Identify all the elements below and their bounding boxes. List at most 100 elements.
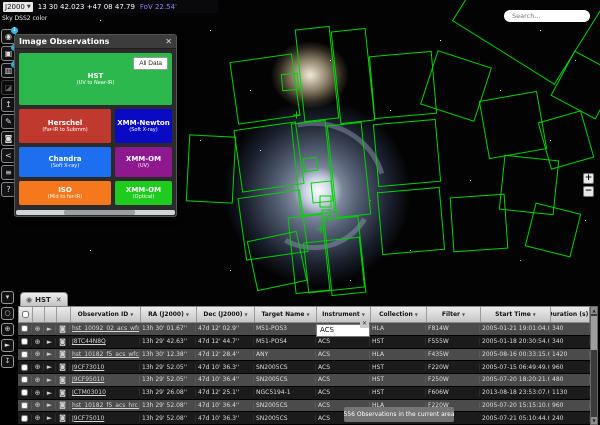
send-selection-button[interactable]: ►: [1, 339, 14, 352]
observation-id-link[interactable]: J9CF73010: [70, 364, 140, 371]
table-row[interactable]: ⊕ ► ◙ J9CF73010 13h 29' 52.05'' 47d 10' …: [18, 361, 590, 374]
mission-xmm-newton-button[interactable]: XMM-Newton (Soft X-ray): [115, 109, 172, 143]
table-row[interactable]: ⊕ ► ◙ JCTM03010 13h 29' 26.08'' 47d 12' …: [18, 387, 590, 400]
mission-herschel-button[interactable]: Herschel (Far-IR to Submm): [19, 109, 111, 143]
center-on-observation-icon[interactable]: ⊕: [32, 414, 44, 422]
cell-target: M51-POS3: [254, 325, 316, 332]
preview-observation-icon[interactable]: ◙: [56, 401, 70, 409]
camera-icon: ◙: [5, 134, 13, 143]
table-row[interactable]: ⊕ ► ◙ J9CF75010 13h 29' 52.08'' 47d 10' …: [18, 412, 590, 425]
scroll-down-button[interactable]: ▼: [591, 417, 597, 424]
preview-observation-icon[interactable]: ◙: [56, 325, 70, 333]
center-on-observation-icon[interactable]: ⊕: [32, 325, 44, 333]
search-input[interactable]: [504, 10, 590, 22]
download-selection-button[interactable]: ↧: [1, 355, 14, 368]
send-observation-icon[interactable]: ►: [44, 401, 56, 409]
filter-icon[interactable]: ▼: [245, 312, 248, 317]
observation-id-link[interactable]: hst_10182_f5_acs_wfc_total: [70, 351, 140, 358]
filter-icon[interactable]: ▼: [130, 312, 133, 317]
row-checkbox[interactable]: [21, 364, 28, 371]
panel-header[interactable]: Image Observations ✕: [15, 35, 176, 49]
deselect-all-button[interactable]: ○: [1, 307, 14, 320]
send-observation-icon[interactable]: ►: [44, 363, 56, 371]
center-on-observation-icon[interactable]: ⊕: [32, 363, 44, 371]
frame-select[interactable]: J2000 ▼: [3, 2, 33, 12]
row-checkbox[interactable]: [21, 338, 28, 345]
mission-column-right: XMM-Newton (Soft X-ray) XMM-OM (UV) XMM-…: [115, 109, 172, 209]
column-header-dec-j2000-[interactable]: Dec (J2000) ▼: [197, 307, 255, 322]
filter-icon[interactable]: ▼: [462, 312, 465, 317]
clear-filter-icon[interactable]: ✕: [360, 319, 369, 328]
table-row[interactable]: ⊕ ► ◙ hst_10092_02_acs_wfc_f814w 13h 30'…: [18, 323, 590, 336]
center-selection-button[interactable]: ⊕: [1, 323, 14, 336]
table-row[interactable]: ⊕ ► ◙ hst_10182_f5_acs_hrc_f220w 13h 29'…: [18, 400, 590, 413]
preview-observation-icon[interactable]: ◙: [56, 376, 70, 384]
tab-hst[interactable]: ◉ HST ✕: [20, 292, 68, 306]
observation-id-link[interactable]: J8TC44N8Q: [70, 338, 140, 345]
observation-id-link[interactable]: JCTM03010: [70, 389, 140, 396]
mission-xmm-om-button[interactable]: XMM-OM (Optical): [115, 181, 172, 205]
send-observation-icon[interactable]: ►: [44, 376, 56, 384]
send-observation-icon[interactable]: ►: [44, 414, 56, 422]
row-checkbox[interactable]: [21, 376, 28, 383]
close-icon[interactable]: ✕: [56, 296, 62, 304]
preview-observation-icon[interactable]: ◙: [56, 350, 70, 358]
preview-observation-icon[interactable]: ◙: [56, 389, 70, 397]
filter-icon[interactable]: ▼: [533, 312, 536, 317]
preview-observation-icon[interactable]: ◙: [56, 414, 70, 422]
cell-instrument: ACS: [316, 338, 370, 345]
observation-id-link[interactable]: hst_10092_02_acs_wfc_f814w: [70, 325, 140, 332]
close-icon[interactable]: ✕: [165, 37, 172, 46]
zoom-out-button[interactable]: −: [583, 186, 594, 197]
table-vertical-scrollbar[interactable]: ▲ ▼: [590, 306, 598, 425]
table-row[interactable]: ⊕ ► ◙ J8TC44N8Q 13h 29' 42.63'' 47d 12' …: [18, 336, 590, 349]
filter-icon[interactable]: ▼: [306, 312, 309, 317]
send-observation-icon[interactable]: ►: [44, 350, 56, 358]
center-on-observation-icon[interactable]: ⊕: [32, 338, 44, 346]
collapse-table-button[interactable]: ▾: [1, 291, 14, 304]
cell-ra: 13h 29' 26.08'': [140, 389, 196, 396]
zoom-in-button[interactable]: +: [583, 173, 594, 184]
row-checkbox[interactable]: [21, 351, 28, 358]
row-checkbox[interactable]: [21, 389, 28, 396]
filter-icon[interactable]: ▼: [186, 312, 189, 317]
mission-xmm-om-button[interactable]: XMM-OM (UV): [115, 147, 172, 177]
preview-observation-icon[interactable]: ◙: [56, 338, 70, 346]
row-checkbox[interactable]: [21, 325, 28, 332]
cell-ra: 13h 29' 52.05'': [140, 364, 196, 371]
scrollbar-thumb[interactable]: [591, 316, 597, 350]
table-row[interactable]: ⊕ ► ◙ hst_10182_f5_acs_wfc_total 13h 30'…: [18, 349, 590, 362]
cell-duration: 960: [550, 402, 590, 409]
center-on-observation-icon[interactable]: ⊕: [32, 389, 44, 397]
center-on-observation-icon[interactable]: ⊕: [32, 401, 44, 409]
row-checkbox[interactable]: [21, 415, 28, 422]
table-row[interactable]: ⊕ ► ◙ J9CF95010 13h 29' 52.05'' 47d 10' …: [18, 374, 590, 387]
column-header-observation-id[interactable]: Observation ID ▼: [71, 307, 141, 322]
center-on-observation-icon[interactable]: ⊕: [32, 376, 44, 384]
column-header-ra-j2000-[interactable]: RA (J2000) ▼: [141, 307, 197, 322]
column-header-duration-s-[interactable]: Duration (s) ▼: [551, 307, 591, 322]
column-header-target-name[interactable]: Target Name ▼: [255, 307, 317, 322]
column-header-filter[interactable]: Filter ▼: [427, 307, 481, 322]
observation-id-link[interactable]: J9CF75010: [70, 415, 140, 422]
send-observation-icon[interactable]: ►: [44, 389, 56, 397]
preview-observation-icon[interactable]: ◙: [56, 363, 70, 371]
select-all-checkbox[interactable]: [22, 311, 29, 318]
field-of-view: FoV 22.54': [140, 3, 177, 11]
row-checkbox[interactable]: [21, 402, 28, 409]
panel-horizontal-scrollbar[interactable]: [16, 210, 175, 215]
observations-table: Observation ID ▼ RA (J2000) ▼ Dec (J2000…: [0, 306, 600, 425]
column-header-start-time[interactable]: Start Time ▼: [481, 307, 551, 322]
send-observation-icon[interactable]: ►: [44, 338, 56, 346]
mission-iso-button[interactable]: ISO (Mid to far-IR): [19, 181, 111, 205]
observation-id-link[interactable]: J9CF95010: [70, 376, 140, 383]
send-observation-icon[interactable]: ►: [44, 325, 56, 333]
filter-icon[interactable]: ▼: [415, 312, 418, 317]
center-on-observation-icon[interactable]: ⊕: [32, 350, 44, 358]
observation-id-link[interactable]: hst_10182_f5_acs_hrc_f220w: [70, 402, 140, 409]
cell-duration: 340: [550, 338, 590, 345]
mission-chandra-button[interactable]: Chandra (Soft X-ray): [19, 147, 111, 177]
scroll-up-button[interactable]: ▲: [591, 307, 597, 314]
all-data-button[interactable]: All Data: [133, 57, 168, 70]
column-header-collection[interactable]: Collection ▼: [371, 307, 427, 322]
